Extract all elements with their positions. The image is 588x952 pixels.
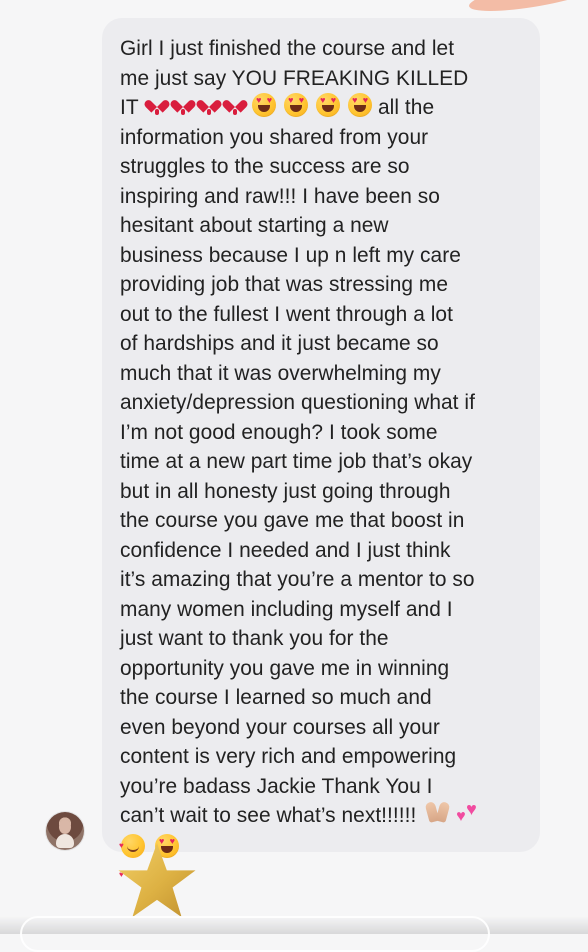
message-line-8: business because I up n left my care [120, 243, 461, 267]
top-corner-accent [466, 0, 588, 18]
message-bubble: Girl I just finished the course and let … [102, 18, 540, 890]
message-line-4: information you shared from your [120, 125, 429, 149]
message-line-11: of hardships and it just became so [120, 332, 439, 355]
message-line-10: out to the fullest I went through a lot [120, 302, 453, 326]
message-line-14: I’m not good enough? I took some [120, 420, 438, 444]
praying-hands-icon [426, 801, 449, 825]
sender-avatar [46, 812, 84, 850]
message-line-3: IT all the [120, 93, 522, 123]
message-line-3-end: all the [378, 96, 435, 119]
heart-eyes-icon [348, 93, 373, 117]
closing-emoji-row [426, 800, 483, 825]
message-line-25: content is very rich and empowering [120, 745, 457, 768]
message-line-24: even beyond your courses all your [120, 715, 440, 739]
message-line-16: but in all honesty just going through [120, 479, 451, 503]
message-line-20: many women including myself and I [120, 597, 453, 621]
heart-exclamation-icon [148, 93, 166, 117]
message-line-21: just want to thank you for the [120, 627, 389, 650]
message-line-6: inspiring and raw!!! I have been so [120, 184, 440, 208]
message-line-7: hesitant about starting a new [120, 214, 389, 237]
heart-exclamation-icon [226, 93, 244, 117]
message-line-22: opportunity you gave me in winning [120, 656, 450, 680]
message-line-9: providing job that was stressing me [120, 273, 449, 296]
message-line-2: me just say YOU FREAKING KILLED [120, 66, 469, 90]
heart-eyes-icon [252, 93, 277, 117]
message-line-27: can’t wait to see what’s next!!!!!! [120, 800, 522, 831]
message-line-27-text: can’t wait to see what’s next!!!!!! [120, 804, 417, 827]
message-line-26: you’re badass Jackie Thank You I [120, 774, 433, 798]
heart-exclamation-icon [200, 93, 218, 117]
heart-eyes-icon [316, 93, 341, 117]
message-line-19: it’s amazing that you’re a mentor to so [120, 568, 475, 591]
bottom-reply-bar [20, 916, 490, 952]
message-line-15: time at a new part time job that’s okay [120, 450, 473, 473]
message-line-1: Girl I just finished the course and let [120, 37, 455, 60]
heart-eyes-icon [284, 93, 309, 117]
message-line-3-start: IT [120, 96, 139, 119]
message-line-12: much that it was overwhelming my [120, 361, 441, 385]
heart-exclamation-icon [174, 93, 192, 117]
message-line-17: the course you gave me that boost in [120, 509, 465, 532]
message-line-5: struggles to the success are so [120, 155, 410, 178]
emoji-row [148, 93, 373, 117]
two-hearts-icon [455, 800, 483, 825]
message-line-18: confidence I needed and I just think [120, 538, 451, 562]
star-icon [118, 843, 196, 918]
message-line-23: the course I learned so much and [120, 686, 432, 709]
message-line-13: anxiety/depression questioning what if [120, 391, 475, 414]
